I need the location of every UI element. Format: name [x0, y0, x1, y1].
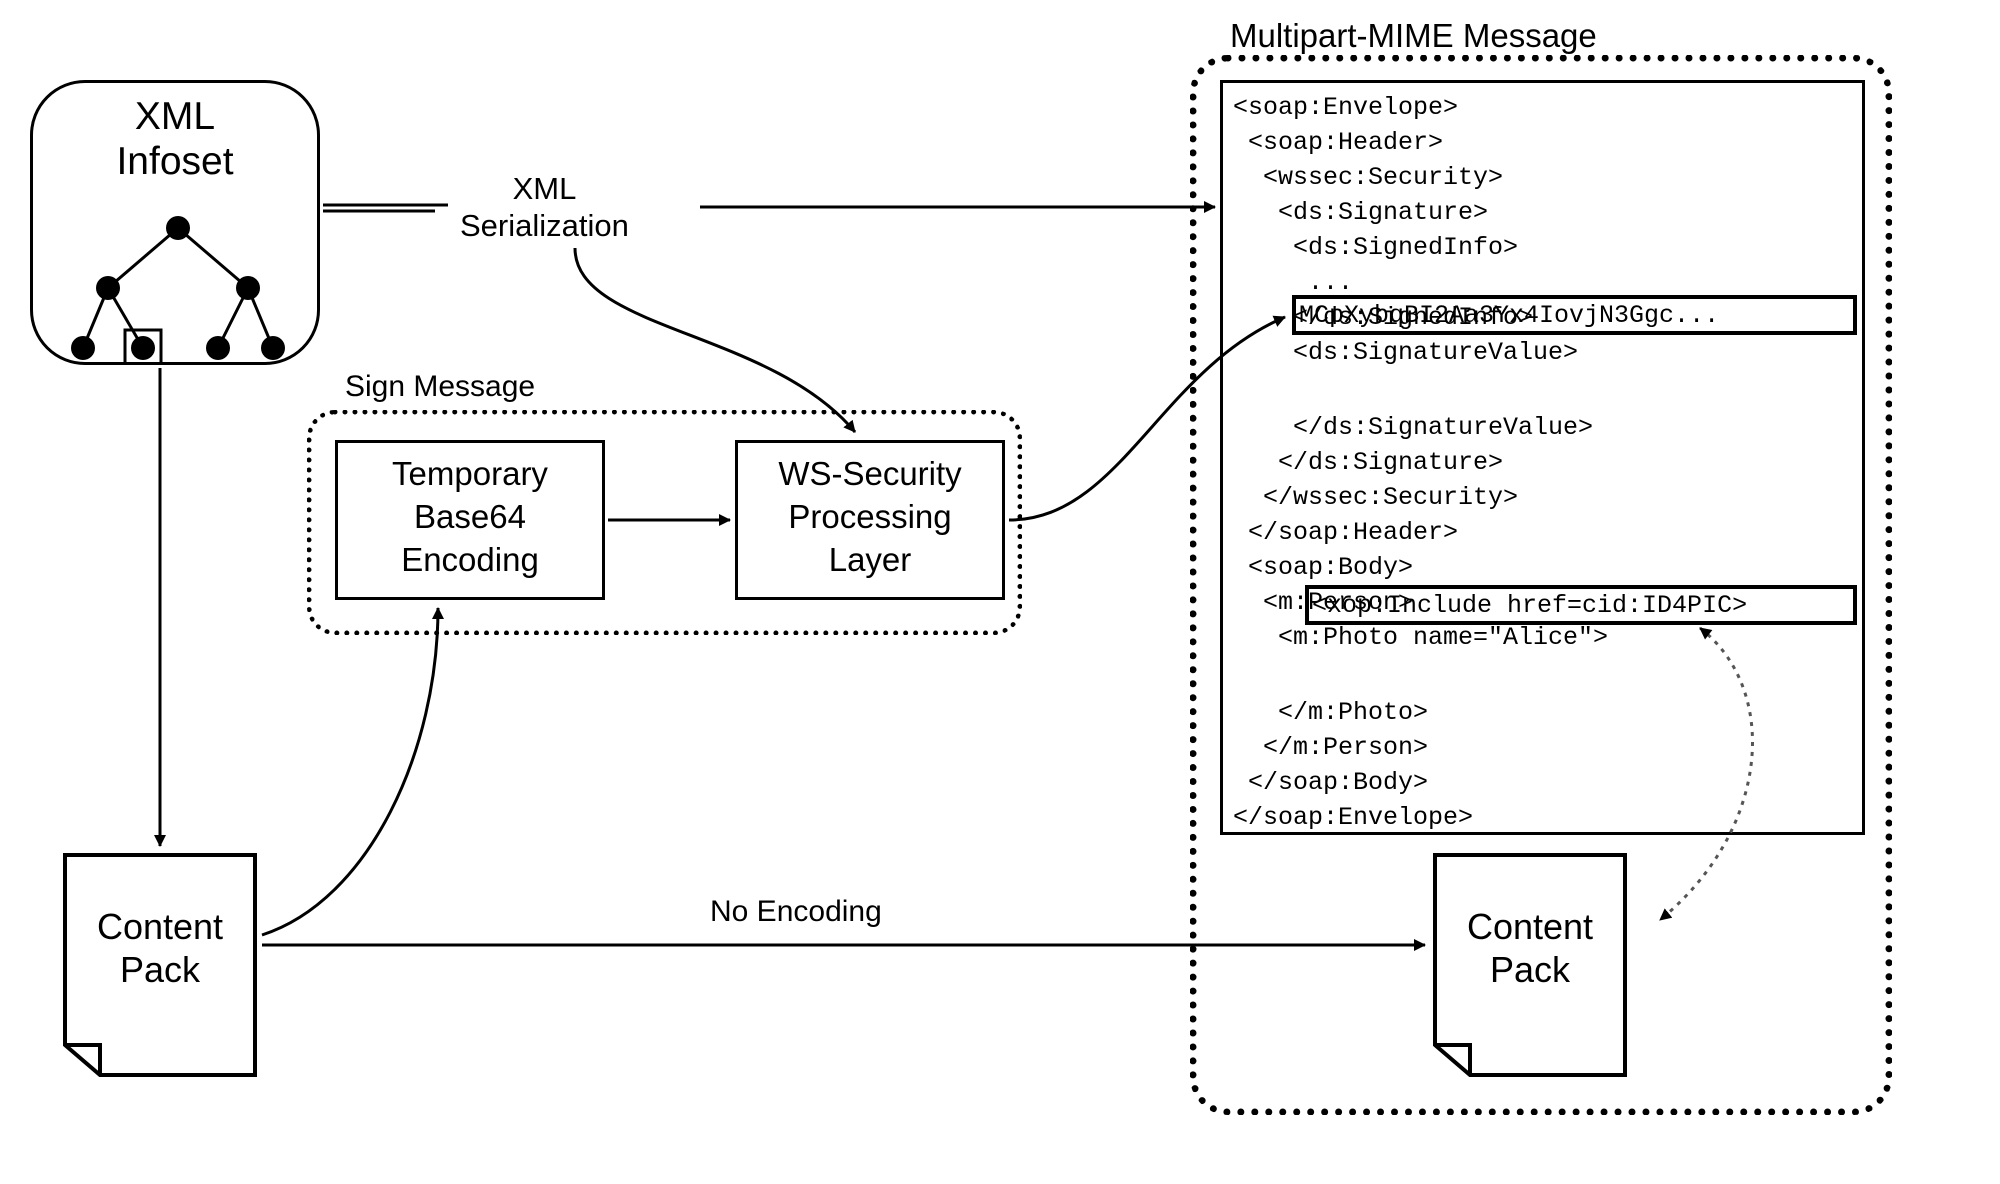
ws-security-box: WS-SecurityProcessingLayer — [735, 440, 1005, 600]
code-line: </soap:Header> — [1233, 518, 1458, 547]
code-line: </m:Person> — [1233, 733, 1428, 762]
xml-code-box: <soap:Envelope> <soap:Header> <wssec:Sec… — [1220, 80, 1865, 835]
tree-icon — [68, 208, 288, 363]
content-pack-left-text: ContentPack — [60, 905, 260, 991]
xml-infoset-box: XMLInfoset — [30, 80, 320, 365]
code-line: <soap:Body> — [1233, 553, 1413, 582]
code-line: </soap:Body> — [1233, 768, 1428, 797]
code-line: </m:Photo> — [1233, 698, 1428, 727]
code-line: <ds:SignatureValue> — [1233, 338, 1578, 367]
xop-include-highlight: <xop:Include href=cid:ID4PIC> — [1305, 585, 1857, 625]
xml-serialization-label: XMLSerialization — [460, 170, 629, 244]
temporary-base64-box: TemporaryBase64Encoding — [335, 440, 605, 600]
code-line: <ds:Signature> — [1233, 198, 1488, 227]
signature-value-highlight: MCpXybqBI2Aa3Yx4IovjN3Ggc... — [1292, 295, 1857, 335]
code-line: <soap:Header> — [1233, 128, 1443, 157]
content-pack-right-text: ContentPack — [1430, 905, 1630, 991]
content-pack-right: ContentPack — [1430, 850, 1630, 1080]
code-line: </wssec:Security> — [1233, 483, 1518, 512]
content-pack-left: ContentPack — [60, 850, 260, 1080]
sign-message-label: Sign Message — [345, 370, 535, 405]
code-line: ... — [1233, 268, 1353, 297]
code-line: </ds:Signature> — [1233, 448, 1503, 477]
code-line: <m:Photo name="Alice"> — [1233, 623, 1608, 652]
mime-title: Multipart-MIME Message — [1230, 17, 1597, 55]
no-encoding-label: No Encoding — [710, 895, 882, 930]
code-line: <ds:SignedInfo> — [1233, 233, 1518, 262]
code-line: <wssec:Security> — [1233, 163, 1503, 192]
code-line: </soap:Envelope> — [1233, 803, 1473, 832]
code-line: <soap:Envelope> — [1233, 93, 1458, 122]
xml-infoset-title: XMLInfoset — [33, 95, 317, 185]
code-line: </ds:SignatureValue> — [1233, 413, 1593, 442]
